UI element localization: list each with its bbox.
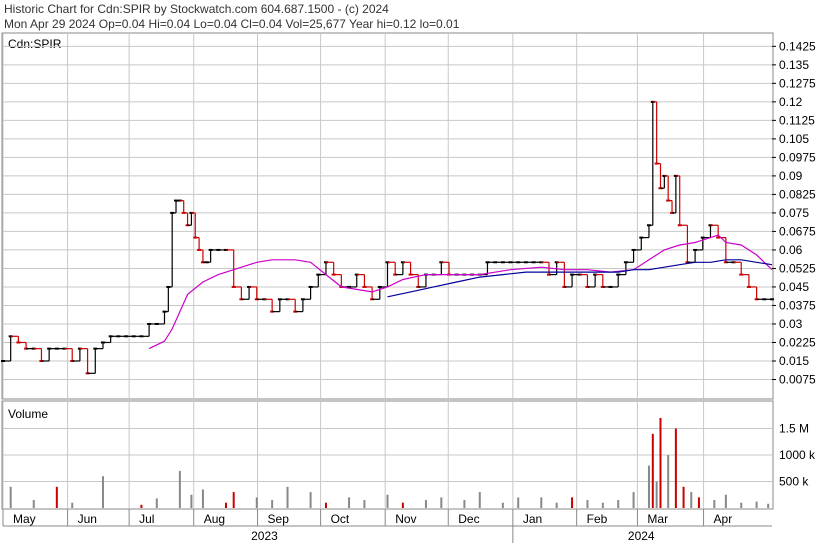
volume-bar <box>309 492 312 508</box>
year-label: 2024 <box>628 529 655 543</box>
volume-bar <box>755 501 758 508</box>
volume-bar <box>140 504 143 508</box>
volume-bar <box>101 476 104 508</box>
volume-bar <box>713 500 716 508</box>
price-panel-title: Cdn:SPIR <box>8 37 62 51</box>
price-tick-label: 0.12 <box>779 95 803 109</box>
volume-bar <box>659 417 662 508</box>
volume-bar <box>540 497 543 508</box>
volume-bar <box>667 455 670 508</box>
volume-bar <box>286 486 289 508</box>
volume-bar <box>478 492 481 508</box>
volume-bar <box>651 433 654 508</box>
volume-bar <box>201 489 204 508</box>
volume-tick-label: 500 k <box>779 475 809 489</box>
volume-bar <box>55 486 58 508</box>
volume-bar <box>690 492 693 508</box>
volume-bar <box>674 428 677 508</box>
price-tick-label: 0.015 <box>779 354 809 368</box>
month-label: Mar <box>647 512 668 526</box>
price-tick-label: 0.0375 <box>779 298 816 312</box>
x-axis: May Jun Jul Aug Sep Oct Nov Dec Jan Feb Mar Apr 2023… <box>2 509 772 543</box>
price-tick-label: 0.06 <box>779 243 803 257</box>
price-tick-label: 0.0675 <box>779 224 816 238</box>
header-line-1: Historic Chart for Cdn:SPIR by Stockwatc… <box>4 2 389 16</box>
volume-bar <box>647 465 650 508</box>
volume-bar <box>517 497 520 508</box>
month-label: Apr <box>714 512 733 526</box>
volume-bar <box>190 494 193 508</box>
price-tick-label: 0.0525 <box>779 261 816 275</box>
price-tick-label: 0.0225 <box>779 335 816 349</box>
price-point <box>770 298 774 301</box>
price-tick-label: 0.1425 <box>779 39 816 53</box>
year-label: 2023 <box>251 529 278 543</box>
volume-bar <box>571 497 574 508</box>
volume-bar <box>424 500 427 508</box>
month-label: Feb <box>587 512 608 526</box>
volume-bar <box>632 492 635 508</box>
volume-bar <box>255 497 258 508</box>
price-tick-label: 0.0975 <box>779 150 816 164</box>
volume-bar <box>225 502 228 508</box>
price-tick-label: 0.135 <box>779 58 809 72</box>
volume-bar <box>555 502 558 508</box>
volume-bar <box>617 500 620 508</box>
month-label: Jan <box>523 512 542 526</box>
volume-bar <box>271 500 274 508</box>
price-tick-label: 0.1125 <box>779 113 815 127</box>
volume-axis: 1.5 M 1000 k 500 k <box>779 422 816 489</box>
price-tick-label: 0.0825 <box>779 187 816 201</box>
volume-bar <box>32 500 35 508</box>
month-label: May <box>13 512 36 526</box>
price-tick-label: 0.075 <box>779 206 809 220</box>
month-label: Dec <box>458 512 479 526</box>
volume-bar <box>463 500 466 508</box>
volume-bar <box>9 486 12 508</box>
volume-bar <box>601 502 604 508</box>
volume-bar <box>178 470 181 508</box>
chart-root: Historic Chart for Cdn:SPIR by Stockwatc… <box>0 0 830 543</box>
volume-bar <box>740 502 743 508</box>
volume-panel-title: Volume <box>8 407 48 421</box>
price-panel <box>1 32 774 400</box>
price-tick-label: 0.1275 <box>779 76 816 90</box>
volume-bar <box>71 502 74 508</box>
volume-bar <box>440 497 443 508</box>
volume-bar <box>682 486 685 508</box>
month-label: Jun <box>78 512 97 526</box>
volume-tick-label: 1000 k <box>779 448 816 462</box>
volume-bar <box>767 503 770 508</box>
volume-bar <box>586 500 589 508</box>
volume-bar <box>386 494 389 508</box>
volume-bar <box>155 498 158 508</box>
volume-bar <box>324 502 327 508</box>
price-tick-label: 0.09 <box>779 169 803 183</box>
header-line-2: Mon Apr 29 2024 Op=0.04 Hi=0.04 Lo=0.04 … <box>4 17 460 31</box>
volume-bar <box>501 502 504 508</box>
month-label: Nov <box>395 512 416 526</box>
price-tick-label: 0.045 <box>779 280 809 294</box>
volume-bar <box>697 497 700 508</box>
volume-tick-label: 1.5 M <box>779 422 809 436</box>
volume-bar <box>401 502 404 508</box>
volume-bar <box>348 497 351 508</box>
volume-bar <box>232 492 235 508</box>
month-label: Oct <box>331 512 350 526</box>
month-label: Sep <box>268 512 290 526</box>
volume-bar <box>655 481 658 508</box>
price-tick-label: 0.105 <box>779 132 809 146</box>
price-axis: 0.1425 0.135 0.1275 0.12 0.1125 0.105 0.0975 0.… <box>772 39 816 386</box>
volume-bar <box>363 500 366 508</box>
stock-chart: Historic Chart for Cdn:SPIR by Stockwatc… <box>1 2 816 543</box>
month-label: Jul <box>139 512 154 526</box>
price-tick-label: 0.0075 <box>779 372 816 386</box>
price-tick-label: 0.03 <box>779 317 803 331</box>
volume-bar <box>724 494 727 508</box>
month-label: Aug <box>204 512 225 526</box>
